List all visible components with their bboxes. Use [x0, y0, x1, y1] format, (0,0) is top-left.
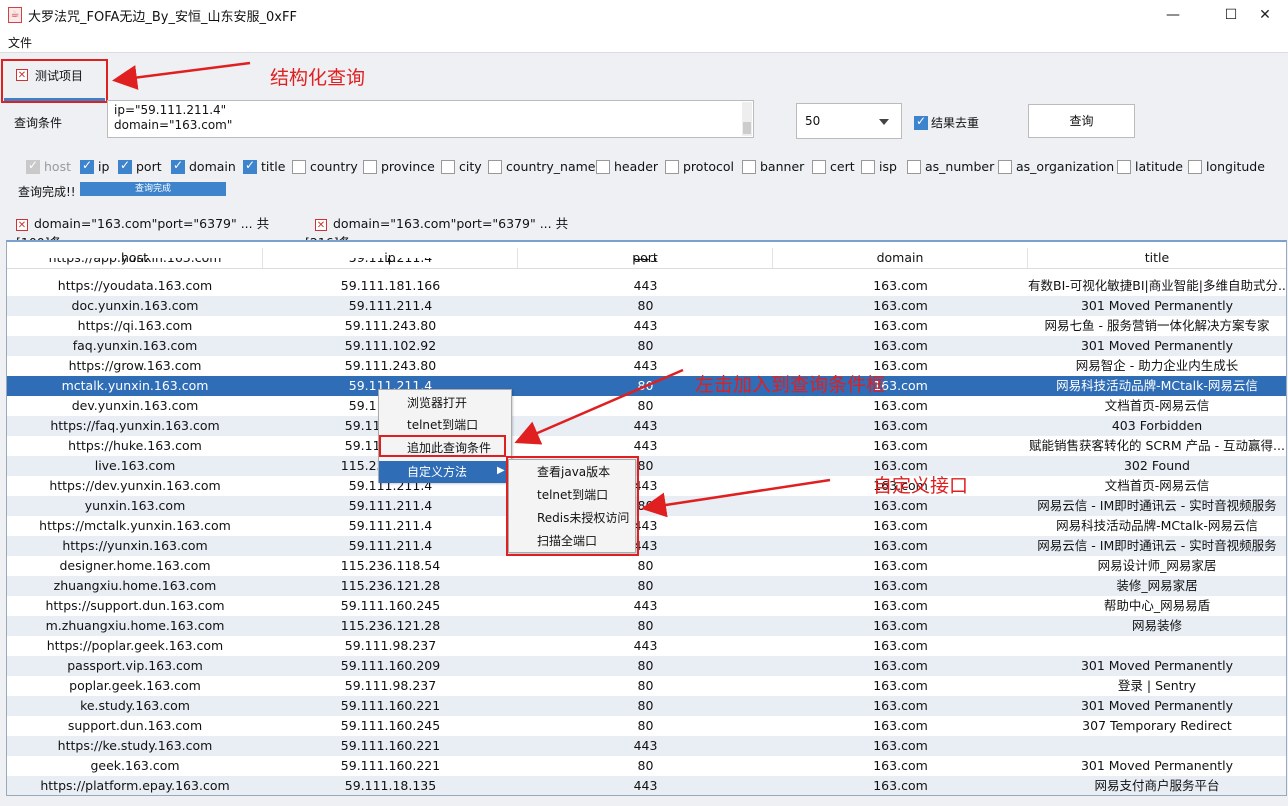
annotation-arrows: [112, 61, 831, 518]
arrow-append: [514, 368, 684, 445]
arrow-custom: [641, 478, 831, 518]
arrow-structured: [112, 61, 251, 90]
